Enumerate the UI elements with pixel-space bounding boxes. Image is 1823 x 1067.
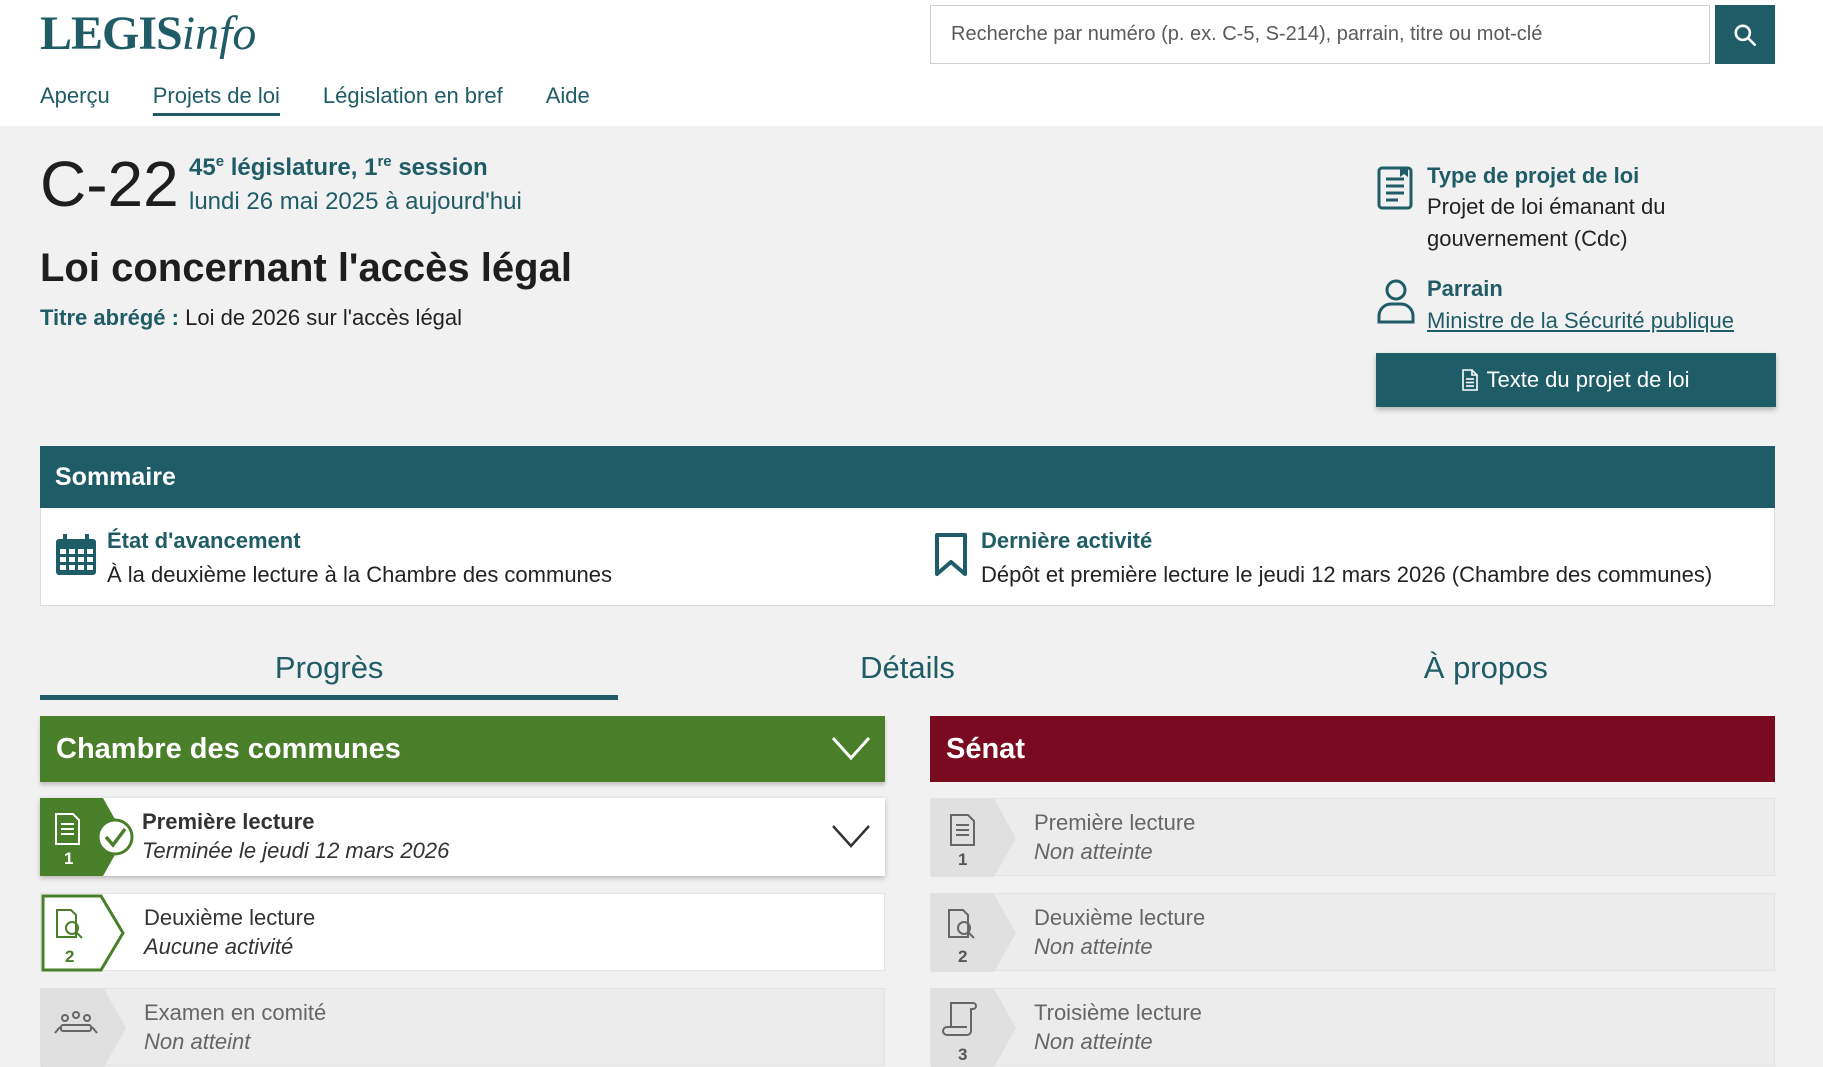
chevron-down-icon [832, 825, 870, 848]
person-icon [1377, 279, 1415, 324]
nav-projets-de-loi[interactable]: Projets de loi [152, 83, 280, 116]
nav-legislation-en-bref[interactable]: Législation en bref [323, 83, 503, 116]
chevron-down-icon [831, 736, 871, 761]
tab-progres[interactable]: Progrès [40, 640, 619, 700]
bill-type-text: Type de projet de loi Projet de loi éman… [1427, 163, 1727, 255]
status-label: État d'avancement [107, 528, 301, 553]
session-label: session [398, 154, 488, 181]
last-activity-label: Dernière activité [981, 528, 1153, 553]
status-item: État d'avancement À la deuxième lecture … [107, 528, 612, 588]
short-title-label: Titre abrégé : [40, 305, 179, 330]
bill-type-label: Type de projet de loi [1427, 163, 1640, 188]
stage-title: Deuxième lecture [144, 905, 316, 930]
bill-text-label: Texte du projet de loi [1486, 367, 1690, 392]
legislature-suffix: e [215, 153, 225, 170]
stage-tag: 1 [40, 798, 134, 876]
logo-sub: info [181, 7, 257, 60]
document-icon [1377, 166, 1413, 210]
bill-title: Loi concernant l'accès légal [40, 246, 572, 290]
bill-tabs: Progrès Détails À propos [40, 640, 1775, 700]
session-number: 1 [364, 154, 378, 181]
stage-title: Troisième lecture [1034, 1000, 1202, 1025]
nav-aide[interactable]: Aide [546, 83, 590, 116]
house-of-commons-header[interactable]: Chambre des communes [40, 716, 885, 782]
stage-status: Non atteinte [1034, 1029, 1153, 1054]
stage-status: Terminée le jeudi 12 mars 2026 [142, 838, 450, 863]
legislature-number: 45 [189, 154, 216, 181]
legisinfo-logo[interactable]: LEGISinfo [40, 10, 256, 58]
main-nav: Aperçu Projets de loi Législation en bre… [40, 83, 633, 116]
sponsor-label: Parrain [1427, 276, 1503, 301]
bill-type-value: Projet de loi émanant du gouvernement (C… [1427, 194, 1666, 251]
bill-dates: lundi 26 mai 2025 à aujourd'hui [189, 188, 522, 215]
search-button[interactable] [1715, 5, 1775, 64]
senate-stage-second-reading[interactable]: 2 Deuxième lecture Non atteinte [930, 893, 1775, 972]
bill-type-block: Type de projet de loi Projet de loi éman… [1376, 163, 1776, 253]
bookmark-icon [935, 533, 967, 576]
house-stage-second-reading[interactable]: 2 Deuxième lecture Aucune activité [40, 893, 885, 972]
last-activity-value: Dépôt et première lecture le jeudi 12 ma… [981, 562, 1713, 587]
stage-status: Non atteinte [1034, 934, 1153, 959]
stage-title: Première lecture [1034, 810, 1196, 835]
site-header: LEGISinfo Aperçu Projets de loi Législat… [0, 0, 1823, 126]
legislature-label: législature, [230, 154, 358, 181]
house-stage-committee[interactable]: Examen en comité Non atteint [40, 988, 885, 1067]
summary-panel: État d'avancement À la deuxième lecture … [40, 508, 1775, 606]
bill-number: C-22 [40, 148, 179, 220]
stage-number: 1 [958, 850, 967, 869]
senate-stage-first-reading[interactable]: 1 Première lecture Non atteinte [930, 798, 1775, 877]
bill-text-button[interactable]: Texte du projet de loi [1376, 353, 1776, 407]
stage-number: 3 [958, 1045, 967, 1064]
stage-title: Examen en comité [144, 1000, 327, 1025]
stage-tag [41, 989, 126, 1067]
short-title-value: Loi de 2026 sur l'accès légal [185, 305, 463, 330]
stage-number: 2 [958, 947, 967, 966]
senate-header[interactable]: Sénat [930, 716, 1775, 782]
sponsor-link[interactable]: Ministre de la Sécurité publique [1427, 308, 1734, 334]
stage-status: Non atteinte [1034, 839, 1153, 864]
status-value: À la deuxième lecture à la Chambre des c… [107, 562, 613, 587]
stage-title: Première lecture [142, 809, 315, 834]
search-icon [1734, 23, 1757, 46]
stage-tag: 1 [931, 799, 1016, 877]
file-text-icon [1462, 369, 1479, 391]
bill-session: 45e législature, 1re session [189, 153, 488, 182]
short-title: Titre abrégé : Loi de 2026 sur l'accès l… [40, 305, 462, 331]
stage-tag: 3 [931, 989, 1016, 1067]
tab-details[interactable]: Détails [618, 640, 1196, 700]
stage-status: Aucune activité [144, 934, 294, 959]
summary-heading: Sommaire [40, 446, 1775, 508]
last-activity-item: Dernière activité Dépôt et première lect… [981, 528, 1712, 588]
calendar-icon [56, 534, 96, 575]
house-name: Chambre des communes [56, 733, 401, 765]
sponsor-text: Parrain Ministre de la Sécurité publique [1427, 276, 1734, 334]
logo-main: LEGIS [40, 7, 183, 60]
house-stage-first-reading[interactable]: 1 Première lecture Terminée le jeudi 12 … [40, 798, 885, 876]
senate-name: Sénat [946, 733, 1025, 765]
stage-status: Non atteint [144, 1029, 251, 1054]
senate-stage-third-reading[interactable]: 3 Troisième lecture Non atteinte [930, 988, 1775, 1067]
nav-apercu[interactable]: Aperçu [40, 83, 110, 116]
session-suffix: re [377, 153, 392, 170]
stage-tag: 2 [931, 894, 1016, 972]
tab-a-propos[interactable]: À propos [1197, 640, 1775, 700]
stage-number: 1 [64, 849, 73, 868]
stage-title: Deuxième lecture [1034, 905, 1206, 930]
sponsor-block: Parrain Ministre de la Sécurité publique [1376, 276, 1776, 336]
stage-tag: 2 [41, 894, 125, 972]
search-input[interactable] [930, 5, 1710, 64]
stage-number: 2 [65, 947, 74, 966]
